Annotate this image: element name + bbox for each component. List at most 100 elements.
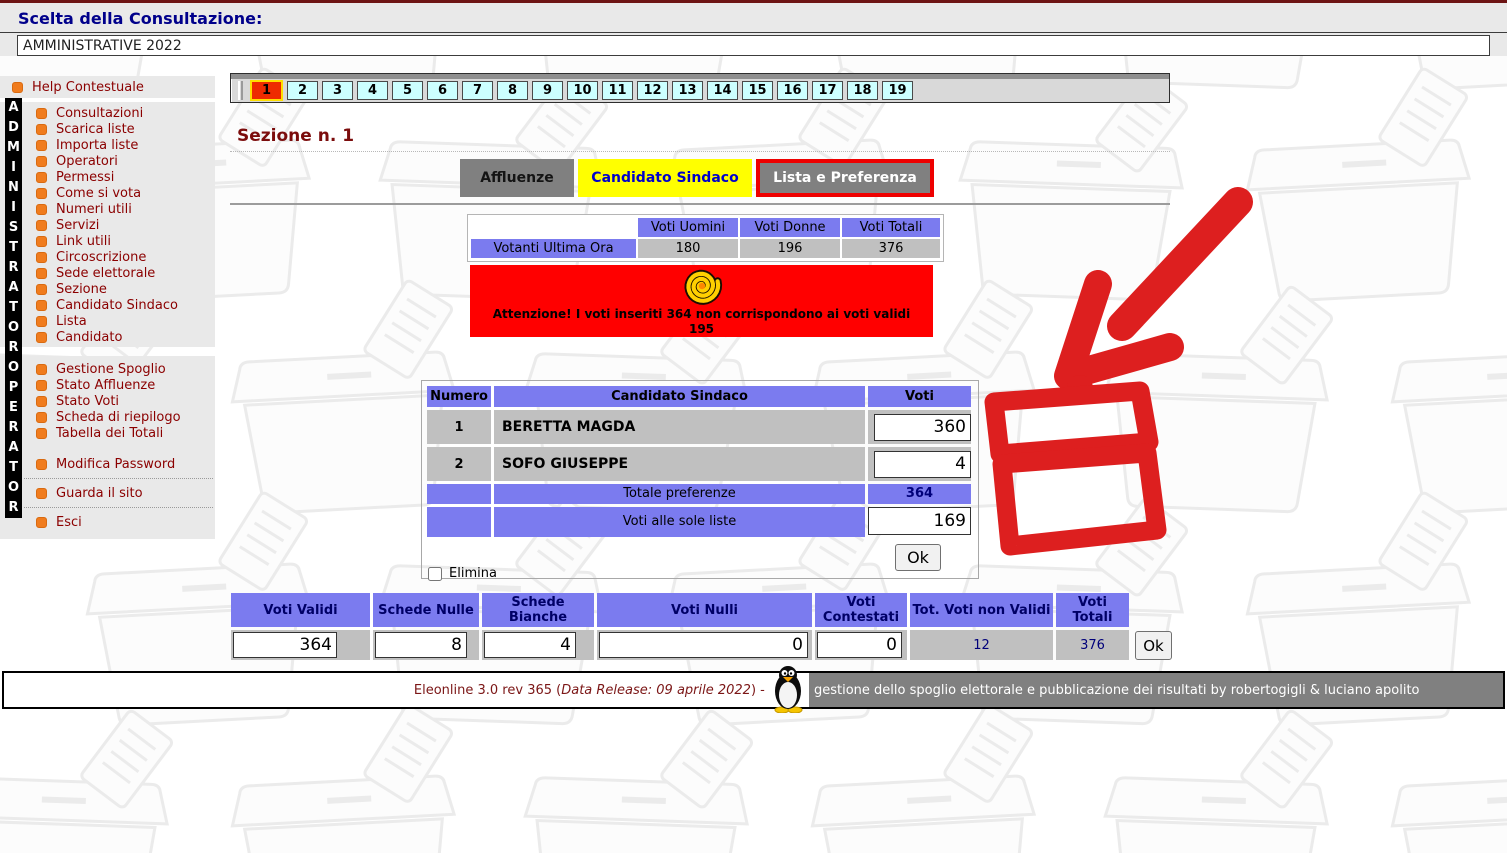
- candidates-ok-button[interactable]: Ok: [895, 544, 941, 571]
- candidate-votes-input[interactable]: [874, 451, 971, 478]
- vertical-banner-letter: T: [5, 298, 22, 318]
- section-tab-7[interactable]: 7: [462, 81, 493, 100]
- role-vertical-banner: ADMINISTRATOROPERATOR: [5, 98, 22, 518]
- summary-input-voti-contestati[interactable]: [817, 632, 902, 658]
- sidebar-item-circoscrizione[interactable]: Circoscrizione: [0, 249, 215, 265]
- summary-input-voti-nulli[interactable]: [599, 632, 808, 658]
- section-number-tabstrip: 12345678910111213141516171819: [230, 73, 1170, 103]
- sidebar-item-scheda-di-riepilogo[interactable]: Scheda di riepilogo: [0, 409, 215, 425]
- sidebar-item-scarica-liste[interactable]: Scarica liste: [0, 121, 215, 137]
- sidebar-item-lista[interactable]: Lista: [0, 313, 215, 329]
- menu-bullet-icon: [36, 380, 47, 391]
- summary-header: Voti Contestati: [815, 593, 907, 627]
- sidebar-item-label: Consultazioni: [56, 106, 143, 121]
- sidebar-item-label: Sezione: [56, 282, 107, 297]
- sidebar-item-gestione-spoglio[interactable]: Gestione Spoglio: [0, 361, 215, 377]
- candidates-panel: NumeroCandidato SindacoVoti1BERETTA MAGD…: [421, 380, 979, 579]
- elimina-checkbox[interactable]: [428, 567, 442, 581]
- tab-affluenze[interactable]: Affluenze: [460, 159, 574, 197]
- sidebar-item-esci[interactable]: Esci: [0, 514, 215, 530]
- candidate-votes-input[interactable]: [874, 414, 971, 441]
- sidebar-item-guarda-il-sito[interactable]: Guarda il sito: [0, 485, 215, 501]
- candidates-column-header: Voti: [868, 386, 971, 407]
- sidebar-item-operatori[interactable]: Operatori: [0, 153, 215, 169]
- sidebar-item-help-contestuale[interactable]: Help Contestuale: [0, 76, 215, 98]
- section-tab-1[interactable]: 1: [250, 80, 283, 101]
- sidebar-item-sezione[interactable]: Sezione: [0, 281, 215, 297]
- view-tabs: Affluenze Candidato Sindaco Lista e Pref…: [460, 159, 934, 197]
- tab-candidato-sindaco[interactable]: Candidato Sindaco: [578, 159, 752, 197]
- menu-bullet-icon: [36, 220, 47, 231]
- sidebar-item-stato-voti[interactable]: Stato Voti: [0, 393, 215, 409]
- vertical-banner-letter: R: [5, 418, 22, 438]
- vertical-banner-letter: A: [5, 278, 22, 298]
- summary-input-voti-validi[interactable]: [233, 632, 337, 658]
- page-title: Sezione n. 1: [237, 126, 354, 146]
- vertical-banner-letter: O: [5, 318, 22, 338]
- sidebar-item-candidato-sindaco[interactable]: Candidato Sindaco: [0, 297, 215, 313]
- summary-input-schede-nulle[interactable]: [375, 632, 467, 658]
- menu-bullet-icon: [36, 488, 47, 499]
- sidebar-item-consultazioni[interactable]: Consultazioni: [0, 105, 215, 121]
- solid-divider: [230, 203, 1170, 205]
- section-tab-13[interactable]: 13: [672, 81, 703, 100]
- vertical-banner-letter: R: [5, 258, 22, 278]
- sidebar-item-label: Sede elettorale: [56, 266, 155, 281]
- section-tab-8[interactable]: 8: [497, 81, 528, 100]
- sidebar-item-sede-elettorale[interactable]: Sede elettorale: [0, 265, 215, 281]
- section-tab-10[interactable]: 10: [567, 81, 598, 100]
- vertical-banner-letter: M: [5, 138, 22, 158]
- voti-sole-liste-input[interactable]: [868, 507, 971, 535]
- summary-input-cell: [815, 630, 907, 660]
- section-tab-17[interactable]: 17: [812, 81, 843, 100]
- sidebar-item-permessi[interactable]: Permessi: [0, 169, 215, 185]
- summary-static-value: 376: [1056, 630, 1129, 660]
- sole-liste-empty-cell: [427, 507, 491, 537]
- warning-text: Attenzione! I voti inseriti 364 non corr…: [493, 307, 911, 322]
- tabstrip-grip-handle[interactable]: [238, 81, 243, 100]
- candidate-votes-cell: [868, 410, 971, 444]
- sidebar-item-stato-affluenze[interactable]: Stato Affluenze: [0, 377, 215, 393]
- summary-input-cell: [482, 630, 594, 660]
- sidebar-item-label: Esci: [56, 515, 82, 530]
- summary-ok-button[interactable]: Ok: [1135, 631, 1172, 660]
- section-tab-18[interactable]: 18: [847, 81, 878, 100]
- section-tab-3[interactable]: 3: [322, 81, 353, 100]
- candidate-number: 1: [427, 410, 491, 444]
- section-tab-4[interactable]: 4: [357, 81, 388, 100]
- section-tab-6[interactable]: 6: [427, 81, 458, 100]
- header-underline: [0, 32, 1507, 33]
- tab-lista-e-preferenza[interactable]: Lista e Preferenza: [756, 159, 934, 197]
- consultation-input[interactable]: [17, 35, 1490, 56]
- summary-input-schede-bianche[interactable]: [484, 632, 576, 658]
- section-tab-5[interactable]: 5: [392, 81, 423, 100]
- footer-version-text: Eleonline 3.0 rev 365 (Data Release: 09 …: [4, 673, 769, 707]
- vertical-banner-letter: P: [5, 378, 22, 398]
- sidebar-item-candidato[interactable]: Candidato: [0, 329, 215, 345]
- vertical-banner-letter: R: [5, 338, 22, 358]
- section-tab-9[interactable]: 9: [532, 81, 563, 100]
- section-tab-12[interactable]: 12: [637, 81, 668, 100]
- menu-bullet-icon: [36, 364, 47, 375]
- sidebar-item-importa-liste[interactable]: Importa liste: [0, 137, 215, 153]
- section-tab-19[interactable]: 19: [882, 81, 913, 100]
- summary-header: Schede Nulle: [373, 593, 479, 627]
- summary-header: Voti Nulli: [597, 593, 812, 627]
- sidebar-item-come-si-vota[interactable]: Come si vota: [0, 185, 215, 201]
- sidebar-item-link-utili[interactable]: Link utili: [0, 233, 215, 249]
- sidebar-item-label: Circoscrizione: [56, 250, 146, 265]
- menu-bullet-icon: [36, 459, 47, 470]
- sidebar-item-servizi[interactable]: Servizi: [0, 217, 215, 233]
- sidebar-item-modifica-password[interactable]: Modifica Password: [0, 456, 215, 472]
- menu-bullet-icon: [36, 316, 47, 327]
- section-tab-2[interactable]: 2: [287, 81, 318, 100]
- section-tab-14[interactable]: 14: [707, 81, 738, 100]
- section-tab-16[interactable]: 16: [777, 81, 808, 100]
- sidebar-item-label: Tabella dei Totali: [56, 426, 163, 441]
- sidebar-item-tabella-dei-totali[interactable]: Tabella dei Totali: [0, 425, 215, 441]
- summary-input-cell: [597, 630, 812, 660]
- section-tab-15[interactable]: 15: [742, 81, 773, 100]
- section-tab-11[interactable]: 11: [602, 81, 633, 100]
- vertical-banner-letter: I: [5, 198, 22, 218]
- sidebar-item-numeri-utili[interactable]: Numeri utili: [0, 201, 215, 217]
